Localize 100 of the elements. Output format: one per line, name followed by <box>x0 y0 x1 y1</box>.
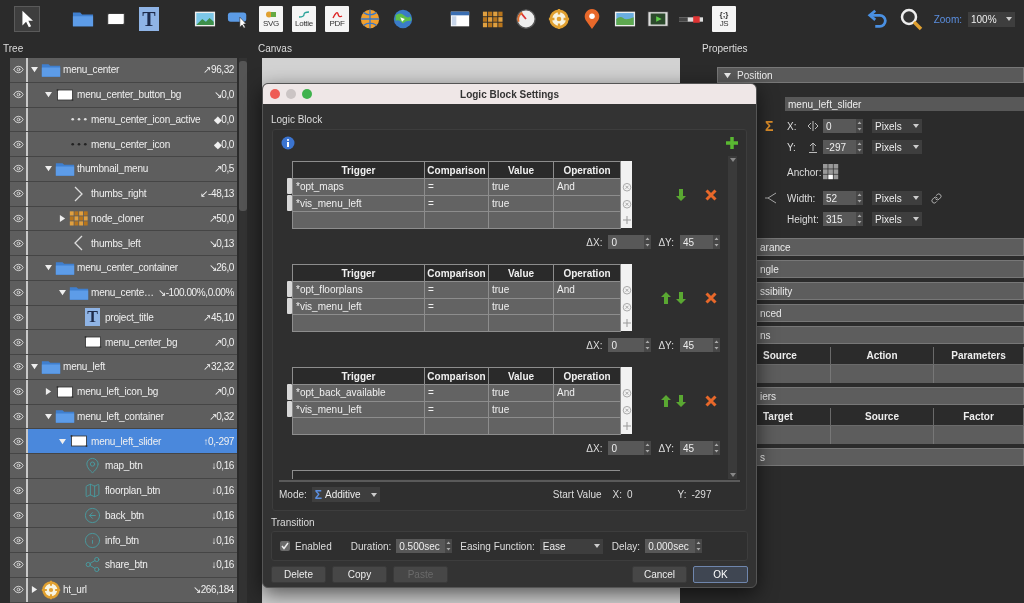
number-field[interactable]: 315 <box>823 212 856 226</box>
tree-row[interactable]: menu_left_icon_bg ↗0,0 <box>28 379 237 404</box>
tree-row[interactable]: floorplan_btn ↓0,16 <box>28 478 237 503</box>
tree-row[interactable]: thumbnail_menu ↗0,5 <box>28 157 237 181</box>
stepper-icon[interactable] <box>713 235 720 249</box>
move-up-icon[interactable] <box>661 291 671 304</box>
expanded-arrow-icon[interactable] <box>45 91 52 99</box>
info-icon[interactable] <box>281 136 295 150</box>
number-field[interactable]: 0 <box>823 119 856 133</box>
visibility-toggle[interactable] <box>10 305 28 330</box>
tree-row[interactable]: menu_center_container ↘26,0 <box>28 256 237 280</box>
tree-row[interactable]: info_btn ↓0,16 <box>28 528 237 552</box>
tree-row[interactable]: menu_left ↗32,32 <box>28 355 237 379</box>
tree-row[interactable]: share_btn ↓0,16 <box>28 553 237 577</box>
drag-handle[interactable] <box>287 178 292 194</box>
drag-handle[interactable] <box>287 400 292 417</box>
gauge-tool[interactable] <box>513 6 539 32</box>
visibility-toggle[interactable] <box>10 256 28 280</box>
visibility-toggle[interactable] <box>10 82 28 107</box>
stepper-icon[interactable] <box>644 338 652 352</box>
number-field[interactable]: 0 <box>608 441 645 455</box>
dialog-button[interactable]: Delete <box>271 566 326 583</box>
duration-field[interactable]: 0.500sec <box>396 539 446 553</box>
move-down-icon[interactable] <box>676 188 686 201</box>
close-button[interactable] <box>270 89 280 99</box>
tree-row[interactable]: menu_center_bg ↗0,0 <box>28 330 237 354</box>
tree-row[interactable]: menu_left_slider ↑0,-297 <box>28 429 237 453</box>
tree-row[interactable]: thumbs_right ↙-48,13 <box>28 181 237 206</box>
visibility-toggle[interactable] <box>10 107 28 132</box>
stepper-icon[interactable] <box>695 539 703 553</box>
unit-dropdown[interactable]: Pixels <box>872 140 922 154</box>
visibility-toggle[interactable] <box>10 553 28 577</box>
tree-row[interactable]: menu_center_icon ◆0,0 <box>28 132 237 156</box>
drag-handle[interactable] <box>287 281 292 297</box>
drag-handle[interactable] <box>287 194 292 211</box>
delay-field[interactable]: 0.000sec <box>645 539 696 553</box>
pointer-tool[interactable] <box>14 6 40 32</box>
expanded-arrow-icon[interactable] <box>45 264 52 272</box>
tree-row[interactable]: menu_center_icon_active ◆0,0 <box>28 107 237 132</box>
stepper-icon[interactable] <box>713 338 720 352</box>
stepper-icon[interactable] <box>856 119 863 133</box>
dialog-button[interactable]: Cancel <box>632 566 687 583</box>
expanded-arrow-icon[interactable] <box>31 66 38 74</box>
visibility-toggle[interactable] <box>10 58 28 82</box>
visibility-toggle[interactable] <box>10 503 28 528</box>
visibility-toggle[interactable] <box>10 454 28 478</box>
stepper-icon[interactable] <box>644 441 652 455</box>
delete-icon[interactable] <box>705 291 717 304</box>
chain-link-icon[interactable] <box>931 192 942 204</box>
lottie-file-tool[interactable]: Lottie <box>291 6 317 32</box>
unit-dropdown[interactable]: Pixels <box>872 191 922 205</box>
number-field[interactable]: -297 <box>823 140 856 154</box>
number-field[interactable]: 0 <box>608 235 645 249</box>
visibility-toggle[interactable] <box>10 231 28 255</box>
visibility-toggle[interactable] <box>10 577 28 602</box>
tree-row[interactable]: ht_url ↘266,184 <box>28 577 237 602</box>
collapsed-arrow-icon[interactable] <box>59 214 66 222</box>
tree-row[interactable]: map_btn ↓0,16 <box>28 454 237 478</box>
tree-row[interactable]: back_btn ↓0,16 <box>28 503 237 528</box>
expanded-arrow-icon[interactable] <box>59 437 66 445</box>
number-field[interactable]: 45 <box>680 441 713 455</box>
tree-row[interactable]: menu_left_container ↗0,32 <box>28 404 237 429</box>
dialog-button[interactable]: OK <box>693 566 748 583</box>
tree-row[interactable]: node_cloner ↗50,0 <box>28 206 237 231</box>
stepper-icon[interactable] <box>856 191 863 205</box>
name-field[interactable]: menu_left_slider <box>785 97 1024 111</box>
unit-dropdown[interactable]: Pixels <box>872 212 922 226</box>
number-field[interactable]: 45 <box>680 235 713 249</box>
section-header[interactable]: Position <box>717 67 1024 83</box>
stepper-icon[interactable] <box>713 441 720 455</box>
anchor-grid-icon[interactable] <box>823 164 839 180</box>
stepper-icon[interactable] <box>445 539 453 553</box>
visibility-toggle[interactable] <box>10 355 28 379</box>
visibility-toggle[interactable] <box>10 478 28 503</box>
number-field[interactable]: 52 <box>823 191 856 205</box>
enabled-checkbox[interactable] <box>280 541 290 551</box>
stepper-icon[interactable] <box>644 235 652 249</box>
visibility-toggle[interactable] <box>10 429 28 453</box>
tree-row[interactable]: menu_cente… ↘-100.00%,0.00% <box>28 280 237 305</box>
visibility-toggle[interactable] <box>10 132 28 156</box>
move-down-icon[interactable] <box>676 394 686 407</box>
dialog-button[interactable]: Copy <box>332 566 387 583</box>
visibility-toggle[interactable] <box>10 206 28 231</box>
stepper-icon[interactable] <box>856 212 863 226</box>
visibility-toggle[interactable] <box>10 404 28 429</box>
expanded-arrow-icon[interactable] <box>45 412 52 420</box>
expanded-arrow-icon[interactable] <box>45 165 52 173</box>
tree-row[interactable]: menu_center_button_bg ↘0,0 <box>28 82 237 107</box>
number-field[interactable]: 45 <box>680 338 713 352</box>
stepper-icon[interactable] <box>856 140 863 154</box>
easing-dropdown[interactable]: Ease <box>539 538 603 554</box>
move-down-icon[interactable] <box>676 291 686 304</box>
pdf-file-tool[interactable]: PDF <box>324 6 350 32</box>
delete-icon[interactable] <box>705 188 717 201</box>
visibility-toggle[interactable] <box>10 379 28 404</box>
collapsed-arrow-icon[interactable] <box>45 388 52 396</box>
collapsed-arrow-icon[interactable] <box>31 586 38 594</box>
number-field[interactable]: 0 <box>608 338 645 352</box>
visibility-toggle[interactable] <box>10 280 28 305</box>
expanded-arrow-icon[interactable] <box>31 363 38 371</box>
